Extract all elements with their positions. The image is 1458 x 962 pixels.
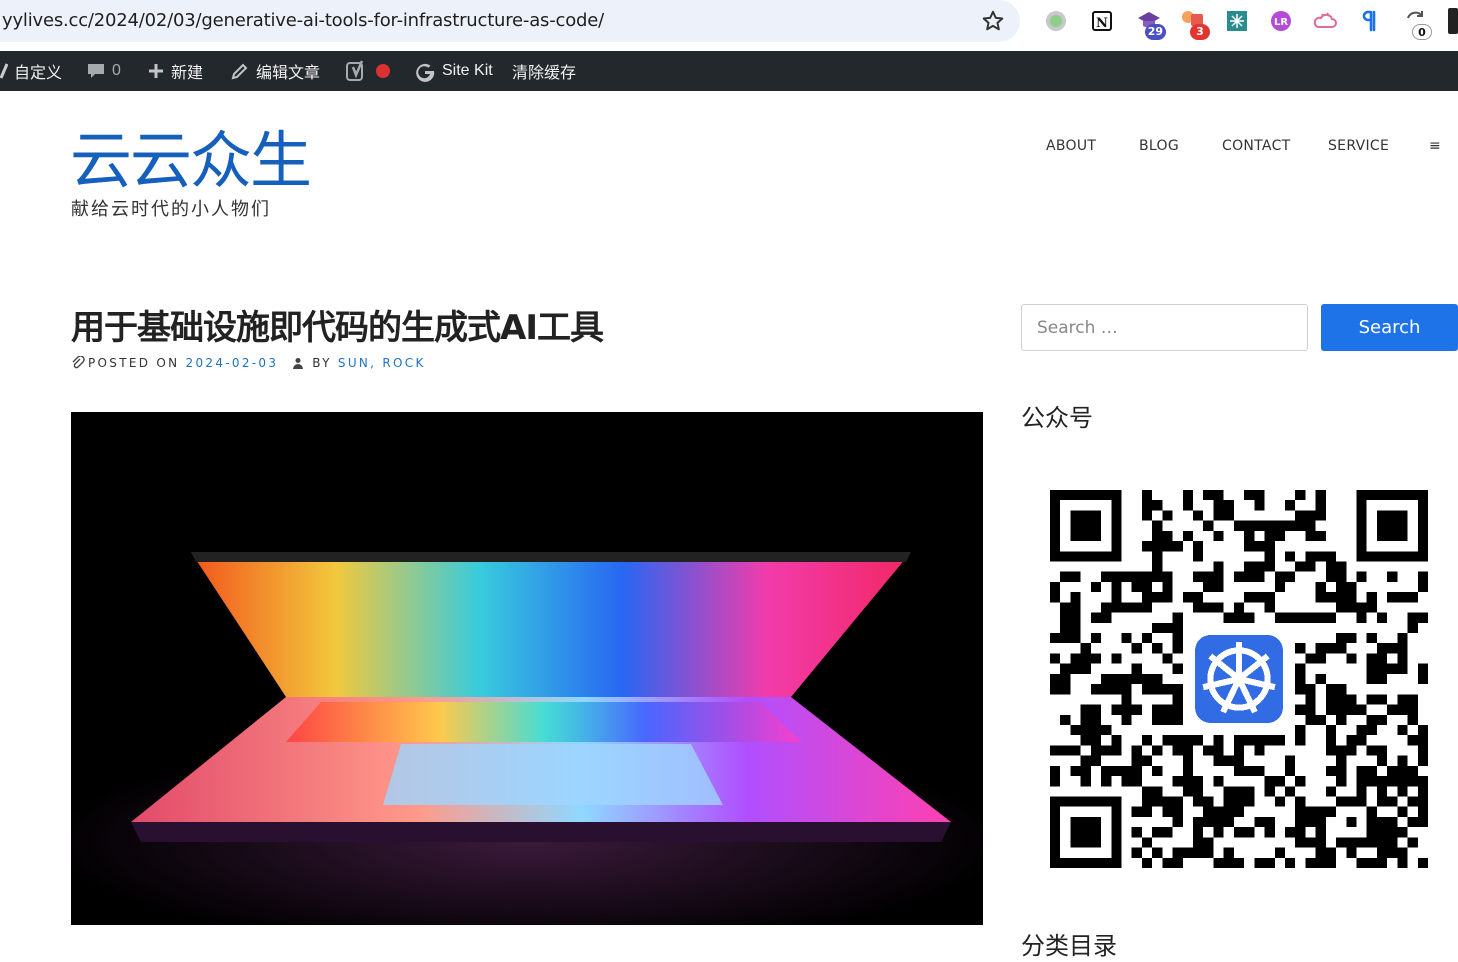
- seo-status-dot-icon: [376, 64, 390, 78]
- wechat-widget-title: 公众号: [1021, 404, 1093, 432]
- nav-item-blog[interactable]: BLOG: [1139, 138, 1179, 158]
- pencil-icon: [231, 63, 248, 80]
- site-description: 献给云时代的小人物们: [71, 199, 271, 220]
- plus-icon: [149, 64, 163, 78]
- categories-widget-title: 分类目录: [1021, 932, 1117, 960]
- clear-cache-label: 清除缓存: [512, 65, 577, 82]
- browser-toolbar: yylives.cc/2024/02/03/generative-ai-tool…: [0, 0, 1458, 51]
- post-featured-image: [71, 412, 983, 925]
- notion-icon[interactable]: N: [1089, 8, 1115, 34]
- posted-on-label: POSTED ON: [88, 356, 180, 370]
- post-meta: POSTED ON 2024-02-03 BY SUN, ROCK: [71, 356, 426, 370]
- graduation-cap-icon[interactable]: 29: [1136, 8, 1166, 40]
- customize-label: 自定义: [14, 65, 63, 82]
- extension-badge: 0: [1412, 24, 1432, 40]
- extension-badge: 29: [1144, 24, 1166, 40]
- menu-toggle-icon[interactable]: ≡: [1429, 138, 1441, 158]
- wp-admin-bar: 自定义 0 新建 编辑文章 Site Kit 清除缓存: [0, 51, 1458, 91]
- partial-extension-icon[interactable]: [1448, 8, 1458, 34]
- address-bar[interactable]: yylives.cc/2024/02/03/generative-ai-tool…: [0, 0, 1020, 42]
- site-title[interactable]: 云云众生: [70, 126, 312, 196]
- customize-link[interactable]: 自定义: [0, 51, 62, 91]
- nav-item-contact[interactable]: CONTACT: [1222, 138, 1291, 158]
- svg-text:N: N: [1096, 16, 1108, 31]
- site-kit-label: Site Kit: [442, 62, 493, 79]
- wechat-qr-code: [1050, 490, 1428, 868]
- paragraph-icon[interactable]: [1357, 8, 1383, 34]
- comments-count: 0: [112, 62, 121, 79]
- laptop-image: [71, 412, 983, 925]
- comments-link[interactable]: 0: [86, 51, 121, 91]
- post-title: 用于基础设施即代码的生成式AI工具: [71, 308, 604, 348]
- by-label: BY: [312, 356, 332, 370]
- site-kit-menu[interactable]: Site Kit: [414, 51, 493, 91]
- clear-cache-link[interactable]: 清除缓存: [512, 51, 576, 91]
- new-content-link[interactable]: 新建: [147, 51, 203, 91]
- edit-post-link[interactable]: 编辑文章: [230, 51, 320, 91]
- google-g-icon: [416, 63, 435, 82]
- lr-icon[interactable]: LR: [1268, 8, 1294, 34]
- url-text[interactable]: yylives.cc/2024/02/03/generative-ai-tool…: [2, 10, 604, 31]
- circle-extension-icon[interactable]: [1043, 8, 1069, 34]
- nav-item-service[interactable]: SERVICE: [1328, 138, 1389, 158]
- svg-text:LR: LR: [1274, 17, 1288, 28]
- bookmark-star-icon[interactable]: [980, 8, 1006, 34]
- user-icon: [293, 358, 304, 369]
- yoast-icon: [346, 60, 364, 81]
- extension-badge: 3: [1190, 24, 1210, 40]
- edit-post-label: 编辑文章: [256, 65, 321, 82]
- post-date-link[interactable]: 2024-02-03: [186, 356, 279, 370]
- paperclip-icon: [72, 356, 85, 369]
- brush-icon: [0, 63, 8, 79]
- kubernetes-logo-icon: [1195, 635, 1283, 723]
- nav-item-about[interactable]: ABOUT: [1046, 138, 1096, 158]
- new-label: 新建: [171, 65, 204, 82]
- post-authors-link[interactable]: SUN, ROCK: [338, 356, 426, 370]
- yoast-seo-menu[interactable]: [345, 51, 391, 91]
- refresh-counter-icon[interactable]: 0: [1402, 8, 1432, 40]
- cloud-icon[interactable]: [1312, 8, 1338, 34]
- shapes-icon[interactable]: 3: [1180, 8, 1210, 40]
- search-button[interactable]: Search: [1321, 304, 1458, 351]
- comment-icon: [88, 64, 104, 78]
- search-input[interactable]: [1021, 304, 1308, 351]
- grid-app-icon[interactable]: [1224, 8, 1250, 34]
